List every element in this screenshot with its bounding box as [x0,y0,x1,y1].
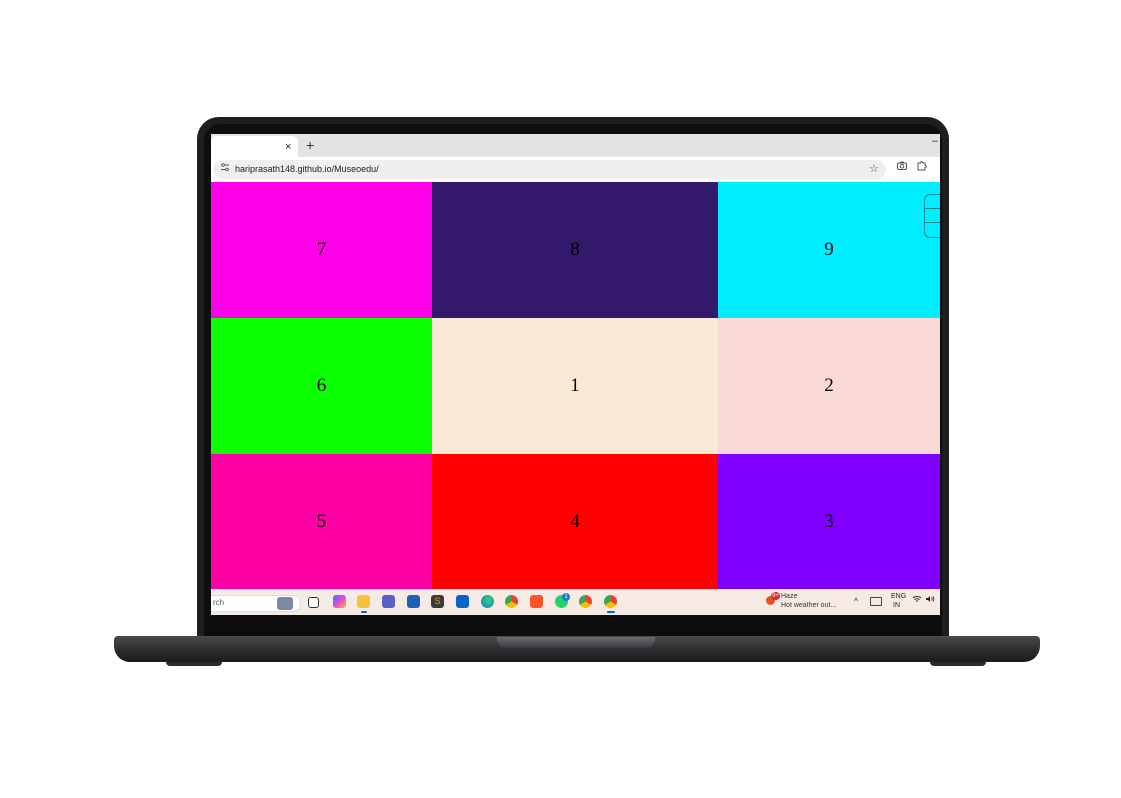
grid-cell-9[interactable]: 9 [718,182,940,318]
file-explorer-icon[interactable] [357,595,370,608]
laptop-foot-left [166,662,222,666]
grid-cell-7[interactable]: 7 [211,182,432,318]
cell-label: 8 [570,239,580,260]
running-indicator [361,611,367,613]
cell-label: 3 [824,510,834,532]
outlook-icon[interactable] [456,595,469,608]
brave-icon[interactable] [530,595,543,608]
browser-toolbar: hariprasath148.github.io/Museoedu/ ☆ [211,157,940,182]
sublime-icon[interactable]: S [431,595,444,608]
grid-cell-8[interactable]: 8 [432,182,718,318]
color-grid: 7 8 9 6 1 2 5 4 3 [211,182,940,589]
address-bar[interactable]: hariprasath148.github.io/Museoedu/ ☆ [213,160,886,179]
whatsapp-badge: 1 [562,593,570,601]
address-url[interactable]: hariprasath148.github.io/Museoedu/ [235,163,379,176]
chrome-active-icon[interactable] [604,595,617,608]
grid-cell-5[interactable]: 5 [211,454,432,589]
cell-label: 9 [824,239,834,260]
browser-tab-strip: × + – [211,134,940,157]
laptop-hinge-lip [497,637,655,648]
extensions-icon[interactable] [916,160,927,174]
grid-cell-1[interactable]: 1 [432,318,718,454]
cell-label: 2 [824,375,834,396]
taskbar-search-text: rch [213,598,225,607]
teams-icon[interactable] [382,595,395,608]
laptop-foot-right [930,662,986,666]
site-info-icon[interactable] [220,163,230,175]
language-region[interactable]: IN [893,601,900,610]
browser-tab[interactable]: × [211,136,298,157]
task-view-icon[interactable] [308,597,319,608]
weather-badge: 9+ [771,592,780,600]
keyboard-icon[interactable] [870,597,882,606]
cell-label: 1 [570,375,580,396]
screenshot-icon[interactable] [897,161,907,173]
cell-label: 4 [570,510,580,532]
cell-label: 5 [316,510,327,532]
taskbar: rch S 1 9+ Haze Hot weather out... ^ ENG… [211,589,940,615]
bookmark-star-icon[interactable]: ☆ [869,162,879,175]
grid-cell-6[interactable]: 6 [211,318,432,454]
language-indicator[interactable]: ENG [891,592,906,601]
weather-title[interactable]: Haze [781,592,797,601]
window-minimize-button[interactable]: – [932,135,938,147]
grid-cell-4[interactable]: 4 [432,454,718,589]
grid-cell-2[interactable]: 2 [718,318,940,454]
cell-label: 6 [316,375,327,396]
chrome-icon[interactable] [505,595,518,608]
copilot-icon[interactable] [333,595,346,608]
widget-divider [924,208,940,209]
search-highlight-icon [277,597,293,610]
cell-label: 7 [316,239,327,260]
widget-divider [924,222,940,223]
grid-cell-3[interactable]: 3 [718,454,940,589]
edge-icon[interactable] [481,595,494,608]
new-tab-button[interactable]: + [306,138,314,152]
active-indicator [607,611,615,613]
taskbar-search[interactable]: rch [211,595,301,612]
chrome-profile-icon[interactable] [579,595,592,608]
floating-menu-widget[interactable] [924,194,940,238]
volume-icon[interactable] [925,595,935,605]
weather-subtitle[interactable]: Hot weather out... [781,601,836,610]
store-icon[interactable] [407,595,420,608]
camera-notch [548,124,600,133]
tab-close-button[interactable]: × [285,141,291,153]
laptop-screen: × + – hariprasath148.github.io/Museoedu/… [211,134,940,615]
wifi-icon[interactable] [912,595,922,605]
chevron-up-icon[interactable]: ^ [854,596,858,606]
